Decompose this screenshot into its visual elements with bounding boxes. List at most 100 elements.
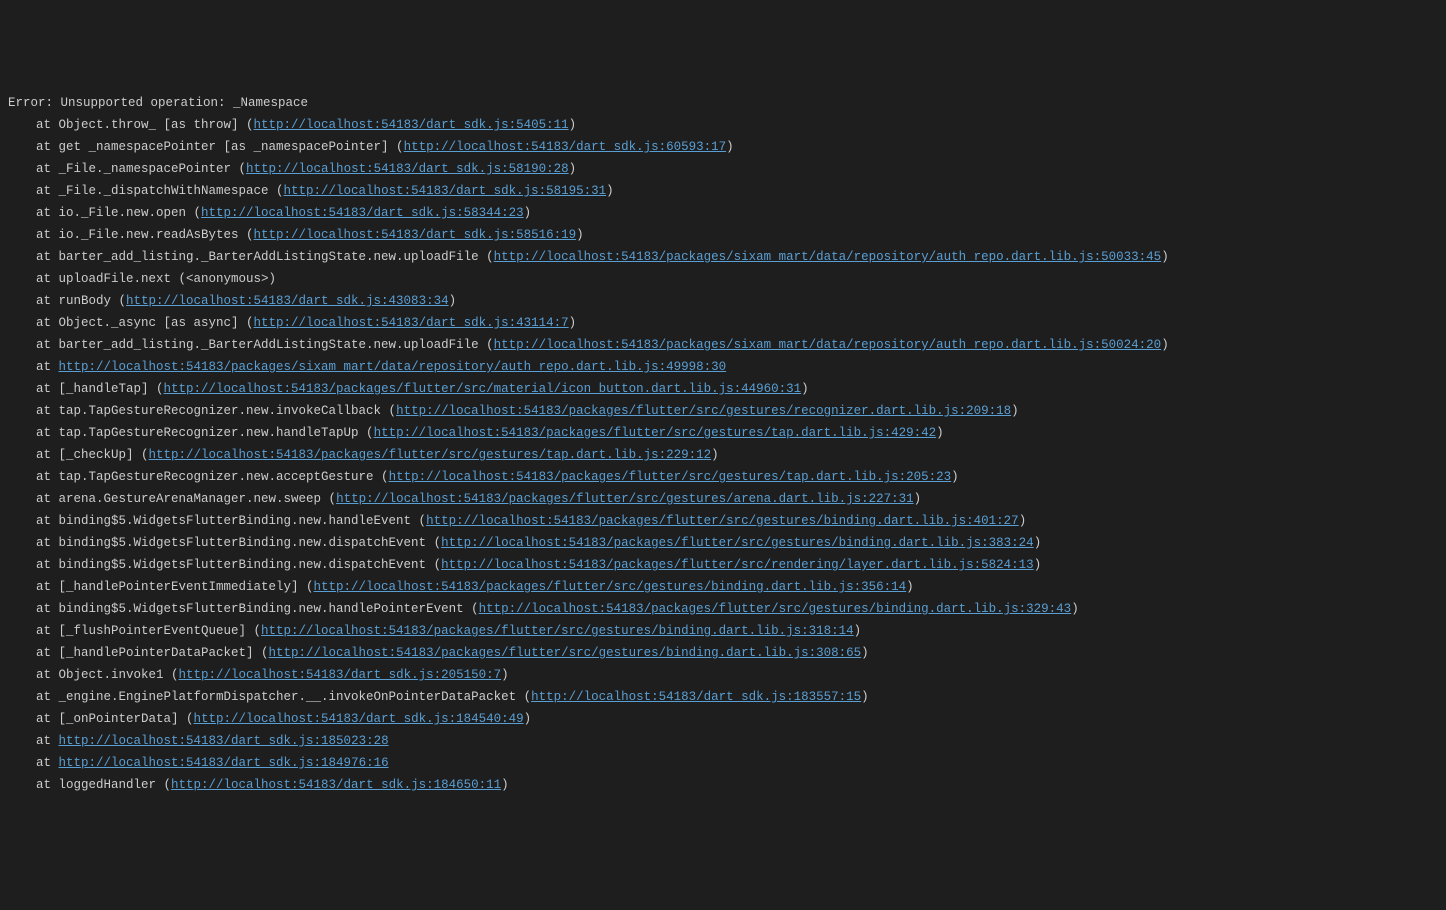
- stack-frame: at [_handleTap] (http://localhost:54183/…: [8, 378, 1438, 400]
- stack-frame-prefix: at barter_add_listing._BarterAddListingS…: [36, 338, 494, 352]
- stack-frame-link[interactable]: http://localhost:54183/dart_sdk.js:18454…: [194, 712, 524, 726]
- stack-frame: at io._File.new.readAsBytes (http://loca…: [8, 224, 1438, 246]
- stack-frame-prefix: at tap.TapGestureRecognizer.new.acceptGe…: [36, 470, 389, 484]
- stack-frame-link[interactable]: http://localhost:54183/packages/flutter/…: [261, 624, 854, 638]
- stack-frame-link[interactable]: http://localhost:54183/packages/sixam_ma…: [494, 250, 1162, 264]
- stack-frame-link[interactable]: http://localhost:54183/dart_sdk.js:18502…: [59, 734, 389, 748]
- stack-frame: at [_onPointerData] (http://localhost:54…: [8, 708, 1438, 730]
- stack-frame-link[interactable]: http://localhost:54183/dart_sdk.js:18497…: [59, 756, 389, 770]
- stack-frame-link[interactable]: http://localhost:54183/packages/flutter/…: [479, 602, 1072, 616]
- stack-frame-prefix: at _File._dispatchWithNamespace (: [36, 184, 284, 198]
- stack-frame-link[interactable]: http://localhost:54183/packages/flutter/…: [269, 646, 862, 660]
- stack-frame-link[interactable]: http://localhost:54183/packages/flutter/…: [374, 426, 937, 440]
- stack-frame-prefix: at [_handlePointerEventImmediately] (: [36, 580, 314, 594]
- stack-frame-prefix: at tap.TapGestureRecognizer.new.handleTa…: [36, 426, 374, 440]
- stack-frame: at http://localhost:54183/dart_sdk.js:18…: [8, 730, 1438, 752]
- stack-frame: at barter_add_listing._BarterAddListingS…: [8, 334, 1438, 356]
- stack-frame-suffix: ): [1034, 558, 1042, 572]
- stack-frame-link[interactable]: http://localhost:54183/dart_sdk.js:20515…: [179, 668, 502, 682]
- stack-frame-prefix: at [_flushPointerEventQueue] (: [36, 624, 261, 638]
- stack-frame-suffix: ): [726, 140, 734, 154]
- stack-frame-suffix: ): [861, 646, 869, 660]
- stack-frame-suffix: ): [801, 382, 809, 396]
- stack-frame-link[interactable]: http://localhost:54183/packages/flutter/…: [396, 404, 1011, 418]
- stack-frame-link[interactable]: http://localhost:54183/packages/flutter/…: [336, 492, 914, 506]
- stack-frame: at _engine.EnginePlatformDispatcher.__.i…: [8, 686, 1438, 708]
- stack-frame: at Object._async [as async] (http://loca…: [8, 312, 1438, 334]
- stack-frame-prefix: at io._File.new.readAsBytes (: [36, 228, 254, 242]
- stack-frame-prefix: at binding$5.WidgetsFlutterBinding.new.d…: [36, 536, 441, 550]
- stack-frame: at [_flushPointerEventQueue] (http://loc…: [8, 620, 1438, 642]
- stack-frame-suffix: ): [569, 316, 577, 330]
- stack-frame-prefix: at [_handleTap] (: [36, 382, 164, 396]
- stack-frame-prefix: at tap.TapGestureRecognizer.new.invokeCa…: [36, 404, 396, 418]
- stack-frame-suffix: ): [1019, 514, 1027, 528]
- stack-frame: at tap.TapGestureRecognizer.new.acceptGe…: [8, 466, 1438, 488]
- stack-frame-prefix: at arena.GestureArenaManager.new.sweep (: [36, 492, 336, 506]
- stack-frame-link[interactable]: http://localhost:54183/packages/flutter/…: [426, 514, 1019, 528]
- stack-frame-link[interactable]: http://localhost:54183/packages/sixam_ma…: [59, 360, 727, 374]
- stack-frame-link[interactable]: http://localhost:54183/packages/flutter/…: [149, 448, 712, 462]
- stack-frame-link[interactable]: http://localhost:54183/packages/flutter/…: [164, 382, 802, 396]
- stack-frame-suffix: ): [1034, 536, 1042, 550]
- stack-frame-link[interactable]: http://localhost:54183/dart_sdk.js:58344…: [201, 206, 524, 220]
- stack-frame: at Object.invoke1 (http://localhost:5418…: [8, 664, 1438, 686]
- stack-frame: at io._File.new.open (http://localhost:5…: [8, 202, 1438, 224]
- stack-frame: at binding$5.WidgetsFlutterBinding.new.h…: [8, 510, 1438, 532]
- stack-frame-link[interactable]: http://localhost:54183/dart_sdk.js:43114…: [254, 316, 569, 330]
- stack-frame-suffix: ): [861, 690, 869, 704]
- stack-frame: at binding$5.WidgetsFlutterBinding.new.h…: [8, 598, 1438, 620]
- stack-frame: at binding$5.WidgetsFlutterBinding.new.d…: [8, 532, 1438, 554]
- stack-frame-link[interactable]: http://localhost:54183/dart_sdk.js:58195…: [284, 184, 607, 198]
- stack-frame-prefix: at get _namespacePointer [as _namespaceP…: [36, 140, 404, 154]
- stack-frame-prefix: at _engine.EnginePlatformDispatcher.__.i…: [36, 690, 531, 704]
- stack-frame-link[interactable]: http://localhost:54183/packages/sixam_ma…: [494, 338, 1162, 352]
- stack-frame: at runBody (http://localhost:54183/dart_…: [8, 290, 1438, 312]
- stack-frame-suffix: ): [1161, 338, 1169, 352]
- stack-frame: at [_handlePointerEventImmediately] (htt…: [8, 576, 1438, 598]
- stack-frame: at tap.TapGestureRecognizer.new.handleTa…: [8, 422, 1438, 444]
- stack-frame-prefix: at io._File.new.open (: [36, 206, 201, 220]
- stack-frame-link[interactable]: http://localhost:54183/packages/flutter/…: [441, 558, 1034, 572]
- stack-frame-link[interactable]: http://localhost:54183/dart_sdk.js:60593…: [404, 140, 727, 154]
- stack-frame-link[interactable]: http://localhost:54183/dart_sdk.js:18355…: [531, 690, 861, 704]
- stack-frame: at uploadFile.next (<anonymous>): [8, 268, 1438, 290]
- stack-frame-prefix: at Object.throw_ [as throw] (: [36, 118, 254, 132]
- stack-frame-link[interactable]: http://localhost:54183/packages/flutter/…: [314, 580, 907, 594]
- stack-frame-suffix: ): [711, 448, 719, 462]
- stack-frame-prefix: at _File._namespacePointer (: [36, 162, 246, 176]
- stack-frame-suffix: ): [449, 294, 457, 308]
- stack-frame-link[interactable]: http://localhost:54183/dart_sdk.js:58190…: [246, 162, 569, 176]
- stack-frame-suffix: ): [936, 426, 944, 440]
- stack-frame-link[interactable]: http://localhost:54183/packages/flutter/…: [441, 536, 1034, 550]
- stack-frame-link[interactable]: http://localhost:54183/dart_sdk.js:5405:…: [254, 118, 569, 132]
- stack-frame-prefix: at [_checkUp] (: [36, 448, 149, 462]
- stack-frame-prefix: at [_handlePointerDataPacket] (: [36, 646, 269, 660]
- stack-frame-suffix: ): [951, 470, 959, 484]
- stack-frame-prefix: at binding$5.WidgetsFlutterBinding.new.h…: [36, 602, 479, 616]
- stack-frame-suffix: ): [576, 228, 584, 242]
- stack-frame: at barter_add_listing._BarterAddListingS…: [8, 246, 1438, 268]
- stack-frame: at [_checkUp] (http://localhost:54183/pa…: [8, 444, 1438, 466]
- stack-frame-suffix: ): [569, 162, 577, 176]
- stack-frame-link[interactable]: http://localhost:54183/dart_sdk.js:18465…: [171, 778, 501, 792]
- error-header: Error: Unsupported operation: _Namespace: [8, 92, 1438, 114]
- stack-frame: at http://localhost:54183/dart_sdk.js:18…: [8, 752, 1438, 774]
- stack-frame-prefix: at loggedHandler (: [36, 778, 171, 792]
- stack-frame-link[interactable]: http://localhost:54183/dart_sdk.js:58516…: [254, 228, 577, 242]
- stack-frame-prefix: at Object._async [as async] (: [36, 316, 254, 330]
- stack-frame: at Object.throw_ [as throw] (http://loca…: [8, 114, 1438, 136]
- stack-frame-suffix: ): [524, 712, 532, 726]
- stack-frame-prefix: at [_onPointerData] (: [36, 712, 194, 726]
- stack-frame-suffix: ): [606, 184, 614, 198]
- console-output: Error: Unsupported operation: _Namespace…: [8, 92, 1438, 796]
- stack-frame: at get _namespacePointer [as _namespaceP…: [8, 136, 1438, 158]
- stack-frame-link[interactable]: http://localhost:54183/packages/flutter/…: [389, 470, 952, 484]
- stack-frame: at tap.TapGestureRecognizer.new.invokeCa…: [8, 400, 1438, 422]
- stack-frame-suffix: ): [501, 778, 509, 792]
- stack-frame: at loggedHandler (http://localhost:54183…: [8, 774, 1438, 796]
- stack-frame-suffix: ): [1161, 250, 1169, 264]
- stack-frame-suffix: ): [1071, 602, 1079, 616]
- stack-frame-link[interactable]: http://localhost:54183/dart_sdk.js:43083…: [126, 294, 449, 308]
- stack-frame-suffix: ): [501, 668, 509, 682]
